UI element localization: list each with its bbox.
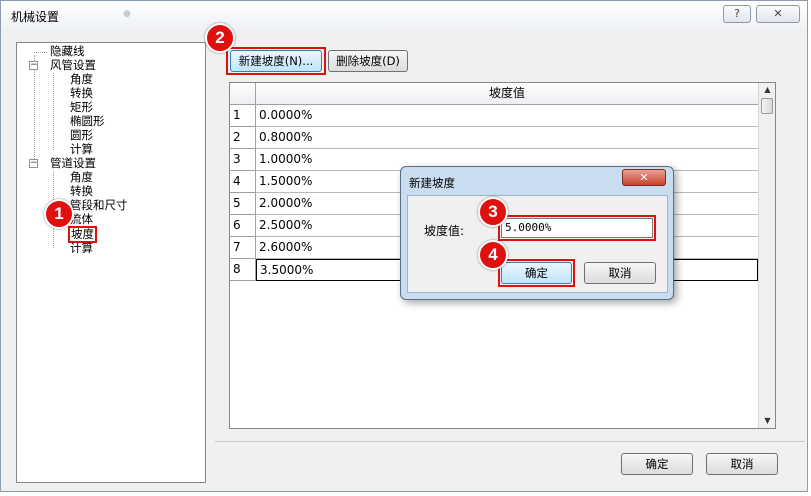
highlight-box bbox=[498, 215, 656, 241]
dialog-cancel-button[interactable]: 取消 bbox=[584, 262, 656, 284]
mechanical-settings-window: 机械设置 ● ? ✕ 隐藏线 − 风管设置 角度 转换 矩形 椭圆形 圆形 计算… bbox=[0, 0, 808, 492]
highlight-box bbox=[498, 259, 575, 287]
row-number: 4 bbox=[230, 171, 256, 193]
close-button[interactable]: ✕ bbox=[756, 5, 800, 23]
tree-item-duct-round[interactable]: 圆形 bbox=[70, 129, 93, 142]
tree-item-hidden-lines[interactable]: 隐藏线 bbox=[50, 45, 85, 58]
slope-value-label: 坡度值: bbox=[424, 224, 465, 238]
table-row[interactable]: 1 0.0000% bbox=[230, 105, 758, 127]
tree-item-duct-calculation[interactable]: 计算 bbox=[70, 143, 93, 156]
title-dot-icon: ● bbox=[123, 9, 131, 19]
tree-item-label: 计算 bbox=[70, 241, 93, 255]
tree-item-duct-conversion[interactable]: 转换 bbox=[70, 87, 93, 100]
tree-item-label: 转换 bbox=[70, 86, 93, 100]
step-badge-4: 4 bbox=[478, 240, 508, 270]
tree-item-label: 风管设置 bbox=[50, 58, 96, 72]
tree-item-duct-rectangular[interactable]: 矩形 bbox=[70, 101, 93, 114]
tree-item-label: 椭圆形 bbox=[70, 114, 105, 128]
tree-item-duct-oval[interactable]: 椭圆形 bbox=[70, 115, 105, 128]
window-title: 机械设置 bbox=[11, 10, 60, 24]
tree-item-label: 转换 bbox=[70, 184, 93, 198]
step-badge-1: 1 bbox=[44, 199, 74, 229]
tree-item-duct-angle[interactable]: 角度 bbox=[70, 73, 93, 86]
new-slope-dialog: 新建坡度 ✕ 坡度值: 5.0000% 确定 取消 bbox=[400, 166, 674, 300]
tree-item-label: 坡度 bbox=[68, 226, 97, 243]
tree-item-pipe-angle[interactable]: 角度 bbox=[70, 171, 93, 184]
tree-item-label: 角度 bbox=[70, 72, 93, 86]
tree-item-label: 矩形 bbox=[70, 100, 93, 114]
step-badge-3: 3 bbox=[478, 197, 508, 227]
row-number: 7 bbox=[230, 237, 256, 259]
tree-item-label: 管段和尺寸 bbox=[70, 198, 128, 212]
tree-connector bbox=[53, 73, 54, 150]
tree-connector bbox=[34, 52, 47, 53]
column-header-slope-value[interactable]: 坡度值 bbox=[256, 83, 758, 105]
footer-divider bbox=[215, 441, 805, 442]
ok-button[interactable]: 确定 bbox=[621, 453, 693, 475]
row-number: 3 bbox=[230, 149, 256, 171]
row-number: 2 bbox=[230, 127, 256, 149]
highlight-box bbox=[226, 47, 326, 75]
tree-item-label: 隐藏线 bbox=[50, 44, 85, 58]
collapse-icon[interactable]: − bbox=[29, 159, 38, 168]
dialog-title: 新建坡度 bbox=[409, 176, 455, 190]
row-number: 5 bbox=[230, 193, 256, 215]
table-header: 坡度值 bbox=[230, 83, 758, 105]
collapse-icon[interactable]: − bbox=[29, 61, 38, 70]
tree-item-pipe-calculation[interactable]: 计算 bbox=[70, 242, 93, 255]
slope-value-cell[interactable]: 0.0000% bbox=[256, 105, 758, 127]
scroll-down-icon[interactable]: ▼ bbox=[759, 414, 775, 428]
tree-item-label: 管道设置 bbox=[50, 156, 96, 170]
settings-tree: 隐藏线 − 风管设置 角度 转换 矩形 椭圆形 圆形 计算 − 管道设置 角度 bbox=[16, 42, 206, 483]
step-badge-2: 2 bbox=[205, 23, 235, 53]
delete-slope-button[interactable]: 删除坡度(D) bbox=[328, 50, 408, 72]
scroll-thumb[interactable] bbox=[761, 98, 773, 114]
dialog-body: 坡度值: 5.0000% 确定 取消 bbox=[407, 195, 668, 293]
tree-item-segments-and-sizes[interactable]: 管段和尺寸 bbox=[70, 199, 128, 212]
header-corner bbox=[230, 83, 256, 105]
dialog-close-button[interactable]: ✕ bbox=[622, 169, 666, 186]
title-bar: 机械设置 ● ? ✕ bbox=[1, 1, 807, 29]
tree-item-slope[interactable]: 坡度 bbox=[68, 226, 97, 243]
tree-item-duct-settings[interactable]: 风管设置 bbox=[50, 59, 96, 72]
tree-item-pipe-conversion[interactable]: 转换 bbox=[70, 185, 93, 198]
tree-item-label: 圆形 bbox=[70, 128, 93, 142]
vertical-scrollbar[interactable]: ▲ ▼ bbox=[758, 83, 775, 428]
tree-item-pipe-settings[interactable]: 管道设置 bbox=[50, 157, 96, 170]
help-button[interactable]: ? bbox=[723, 5, 751, 23]
tree-connector bbox=[34, 55, 35, 167]
slope-value-cell[interactable]: 0.8000% bbox=[256, 127, 758, 149]
row-number: 8 bbox=[230, 259, 256, 281]
tree-item-label: 角度 bbox=[70, 170, 93, 184]
scroll-up-icon[interactable]: ▲ bbox=[759, 83, 775, 97]
table-row[interactable]: 2 0.8000% bbox=[230, 127, 758, 149]
tree-item-label: 计算 bbox=[70, 142, 93, 156]
row-number: 1 bbox=[230, 105, 256, 127]
cancel-button[interactable]: 取消 bbox=[706, 453, 778, 475]
row-number: 6 bbox=[230, 215, 256, 237]
